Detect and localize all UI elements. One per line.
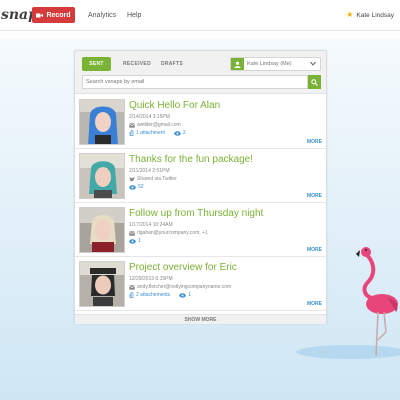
- more-link[interactable]: MORE: [307, 193, 322, 199]
- account-name: Kate Lindsay (Me): [247, 61, 292, 67]
- nav-analytics[interactable]: Analytics: [88, 12, 116, 19]
- flamingo-illustration: [356, 247, 398, 357]
- vsnap-item[interactable]: Thanks for the fun package! 2/11/2014 2:…: [75, 149, 326, 203]
- paperclip-icon: [129, 292, 134, 298]
- video-thumbnail[interactable]: [79, 261, 125, 307]
- recipient-text: awilder@gmail.com: [137, 122, 181, 128]
- envelope-icon: [129, 284, 135, 290]
- vsnap-recipient: andy.fletcher@notlyingcompanyname.com: [129, 284, 231, 290]
- vsnap-title[interactable]: Follow up from Thursday night: [129, 208, 263, 219]
- account-select[interactable]: Kate Lindsay (Me): [230, 57, 321, 71]
- vsnap-date: 12/29/2013 6:15PM: [129, 276, 173, 282]
- show-more-button[interactable]: SHOW MORE: [75, 314, 326, 324]
- star-icon: ★: [346, 10, 354, 19]
- video-thumbnail[interactable]: [79, 99, 125, 145]
- vsnap-date: 2/14/2014 3:15PM: [129, 114, 170, 120]
- twitter-icon: [129, 176, 135, 181]
- vsnap-date: 1/17/2014 10:24AM: [129, 222, 173, 228]
- user-icon: [231, 58, 244, 70]
- vsnap-stats: 2 attachements 1: [129, 292, 191, 298]
- vsnaps-panel: SENT RECEIVED DRAFTS Kate Lindsay (Me) S…: [74, 50, 327, 324]
- user-name: Kate Lindsay: [356, 11, 394, 19]
- view-count: 52: [138, 184, 144, 190]
- vsnap-date: 2/11/2014 2:51PM: [129, 168, 170, 174]
- record-button[interactable]: Record: [32, 7, 75, 23]
- vsnap-recipient: awilder@gmail.com: [129, 122, 181, 128]
- search-button[interactable]: [308, 75, 321, 89]
- vsnap-stats: 1 attachment 2: [129, 130, 186, 136]
- vsnap-recipient: Shared via Twitter: [129, 176, 177, 182]
- eye-icon: [179, 292, 186, 298]
- video-thumbnail[interactable]: [79, 153, 125, 199]
- vsnap-item[interactable]: Quick Hello For Alan 2/14/2014 3:15PM aw…: [75, 95, 326, 149]
- eye-icon: [129, 238, 136, 244]
- view-count: 2: [182, 130, 186, 136]
- video-thumbnail[interactable]: [79, 207, 125, 253]
- vsnap-title[interactable]: Project overview for Eric: [129, 262, 237, 273]
- search-input[interactable]: [82, 75, 308, 89]
- more-link[interactable]: MORE: [307, 247, 322, 253]
- recipient-text: Shared via Twitter: [137, 176, 177, 182]
- vsnap-item[interactable]: Project overview for Eric 12/29/2013 6:1…: [75, 257, 326, 311]
- view-count: 1: [188, 292, 191, 298]
- record-button-label: Record: [46, 11, 71, 19]
- eye-icon: [129, 184, 136, 190]
- tab-received[interactable]: RECEIVED: [117, 57, 157, 71]
- nav-help[interactable]: Help: [127, 12, 141, 19]
- top-bar: snap Record Analytics Help ★ Kate Lindsa…: [0, 0, 400, 31]
- user-menu[interactable]: ★ Kate Lindsay: [346, 11, 394, 19]
- view-count: 1: [138, 238, 141, 244]
- envelope-icon: [129, 230, 135, 236]
- video-camera-icon: [36, 13, 44, 17]
- vsnap-stats: 1: [129, 238, 141, 244]
- attachment-link[interactable]: 1 attachment: [136, 130, 165, 136]
- recipient-text: rlgahan@yourcompany.com, +1: [137, 230, 208, 236]
- search-icon: [311, 78, 318, 86]
- tab-sent[interactable]: SENT: [82, 57, 111, 71]
- vsnap-recipient: rlgahan@yourcompany.com, +1: [129, 230, 208, 236]
- more-link[interactable]: MORE: [307, 301, 322, 307]
- panel-header: SENT RECEIVED DRAFTS Kate Lindsay (Me): [75, 51, 326, 94]
- vsnap-title[interactable]: Thanks for the fun package!: [129, 154, 253, 165]
- eye-icon: [174, 130, 181, 136]
- vsnap-title[interactable]: Quick Hello For Alan: [129, 100, 220, 111]
- vsnap-stats: 52: [129, 184, 144, 190]
- tab-drafts[interactable]: DRAFTS: [159, 57, 185, 71]
- more-link[interactable]: MORE: [307, 139, 322, 145]
- attachment-link[interactable]: 2 attachements: [136, 292, 170, 298]
- chevron-down-icon: [310, 61, 316, 66]
- vsnap-list: Quick Hello For Alan 2/14/2014 3:15PM aw…: [75, 95, 326, 311]
- paperclip-icon: [129, 130, 134, 136]
- vsnap-item[interactable]: Follow up from Thursday night 1/17/2014 …: [75, 203, 326, 257]
- envelope-icon: [129, 122, 135, 128]
- recipient-text: andy.fletcher@notlyingcompanyname.com: [137, 284, 232, 290]
